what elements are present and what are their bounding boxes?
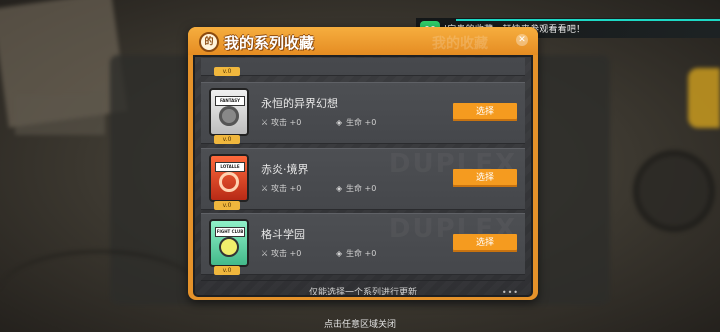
series-list-container[interactable]: v.0 FANTASY v.0 永恒的异界幻想 ⚔ 攻击 +0 ◈ 生命 +0 选择… (193, 55, 533, 297)
series-scroll-list[interactable]: v.0 FANTASY v.0 永恒的异界幻想 ⚔ 攻击 +0 ◈ 生命 +0 选择… (201, 58, 525, 280)
panel-title: 我的系列收藏 (224, 34, 315, 52)
version-badge: v.0 (214, 135, 240, 144)
health-value: 生命 +0 (346, 249, 377, 258)
series-name: 格斗学园 (261, 228, 305, 241)
attack-value: 攻击 +0 (271, 184, 302, 193)
health-stat: ◈ 生命 +0 (336, 183, 376, 194)
series-name: 赤炎·境界 (261, 163, 309, 176)
series-name: 永恒的异界幻想 (261, 97, 338, 110)
version-badge: v.0 (214, 201, 240, 210)
drop-icon: ◈ (336, 118, 343, 127)
fire-card-icon: LOTALLE (209, 154, 249, 202)
selection-hint: 仅能选择一个系列进行更新 (308, 288, 417, 297)
attack-stat: ⚔ 攻击 +0 (261, 117, 301, 128)
health-stat: ◈ 生命 +0 (336, 248, 376, 259)
version-badge: v.0 (214, 67, 240, 76)
card-tag: FIGHT CLUB (215, 227, 245, 237)
collection-logo-icon: 的 (199, 32, 219, 52)
card-tag: LOTALLE (215, 162, 245, 172)
background-gamepad (688, 68, 720, 128)
card-emblem-icon (219, 172, 239, 192)
notification-accent-line (456, 19, 720, 21)
health-value: 生命 +0 (346, 184, 377, 193)
sword-icon: ⚔ (261, 118, 269, 127)
header-watermark: 我的收藏 (432, 36, 488, 52)
series-row: DUPLEX FIGHT CLUB v.0 格斗学园 ⚔攻击 +0 ◈生命 +0… (201, 213, 525, 275)
background-poster (15, 95, 105, 135)
background-disk (633, 150, 715, 232)
series-row: FANTASY v.0 永恒的异界幻想 ⚔ 攻击 +0 ◈ 生命 +0 选择 (201, 82, 525, 144)
close-icon[interactable]: ✕ (516, 34, 528, 46)
drop-icon: ◈ (336, 184, 343, 193)
card-tag: FANTASY (215, 96, 245, 106)
fight-card-icon: FIGHT CLUB (209, 219, 249, 267)
attack-value: 攻击 +0 (271, 249, 302, 258)
health-stat: ◈ 生命 +0 (336, 117, 376, 128)
series-collection-panel: 的 我的系列收藏 我的收藏 ✕ v.0 FANTASY v.0 永恒的异界幻想 … (188, 27, 538, 300)
list-divider (201, 280, 525, 281)
card-emblem-icon (219, 106, 239, 126)
attack-value: 攻击 +0 (271, 118, 302, 127)
attack-stat: ⚔ 攻击 +0 (261, 183, 301, 194)
close-hint: 点击任意区域关闭 (323, 320, 396, 330)
sword-icon: ⚔ (261, 249, 269, 258)
health-value: 生命 +0 (346, 118, 377, 127)
series-row: v.0 (201, 58, 525, 76)
drop-icon: ◈ (336, 249, 343, 258)
select-button[interactable]: 选择 (453, 103, 517, 121)
series-row: DUPLEX LOTALLE v.0 赤炎·境界 ⚔攻击 +0 ◈生命 +0 选… (201, 148, 525, 210)
select-button[interactable]: 选择 (453, 169, 517, 187)
select-button[interactable]: 选择 (453, 234, 517, 252)
panel-header: 的 我的系列收藏 我的收藏 ✕ (188, 27, 538, 55)
more-dots-icon: ••• (501, 288, 519, 297)
fantasy-card-icon: FANTASY (209, 88, 249, 136)
version-badge: v.0 (214, 266, 240, 275)
card-emblem-icon (219, 237, 239, 257)
sword-icon: ⚔ (261, 184, 269, 193)
attack-stat: ⚔ 攻击 +0 (261, 248, 301, 259)
